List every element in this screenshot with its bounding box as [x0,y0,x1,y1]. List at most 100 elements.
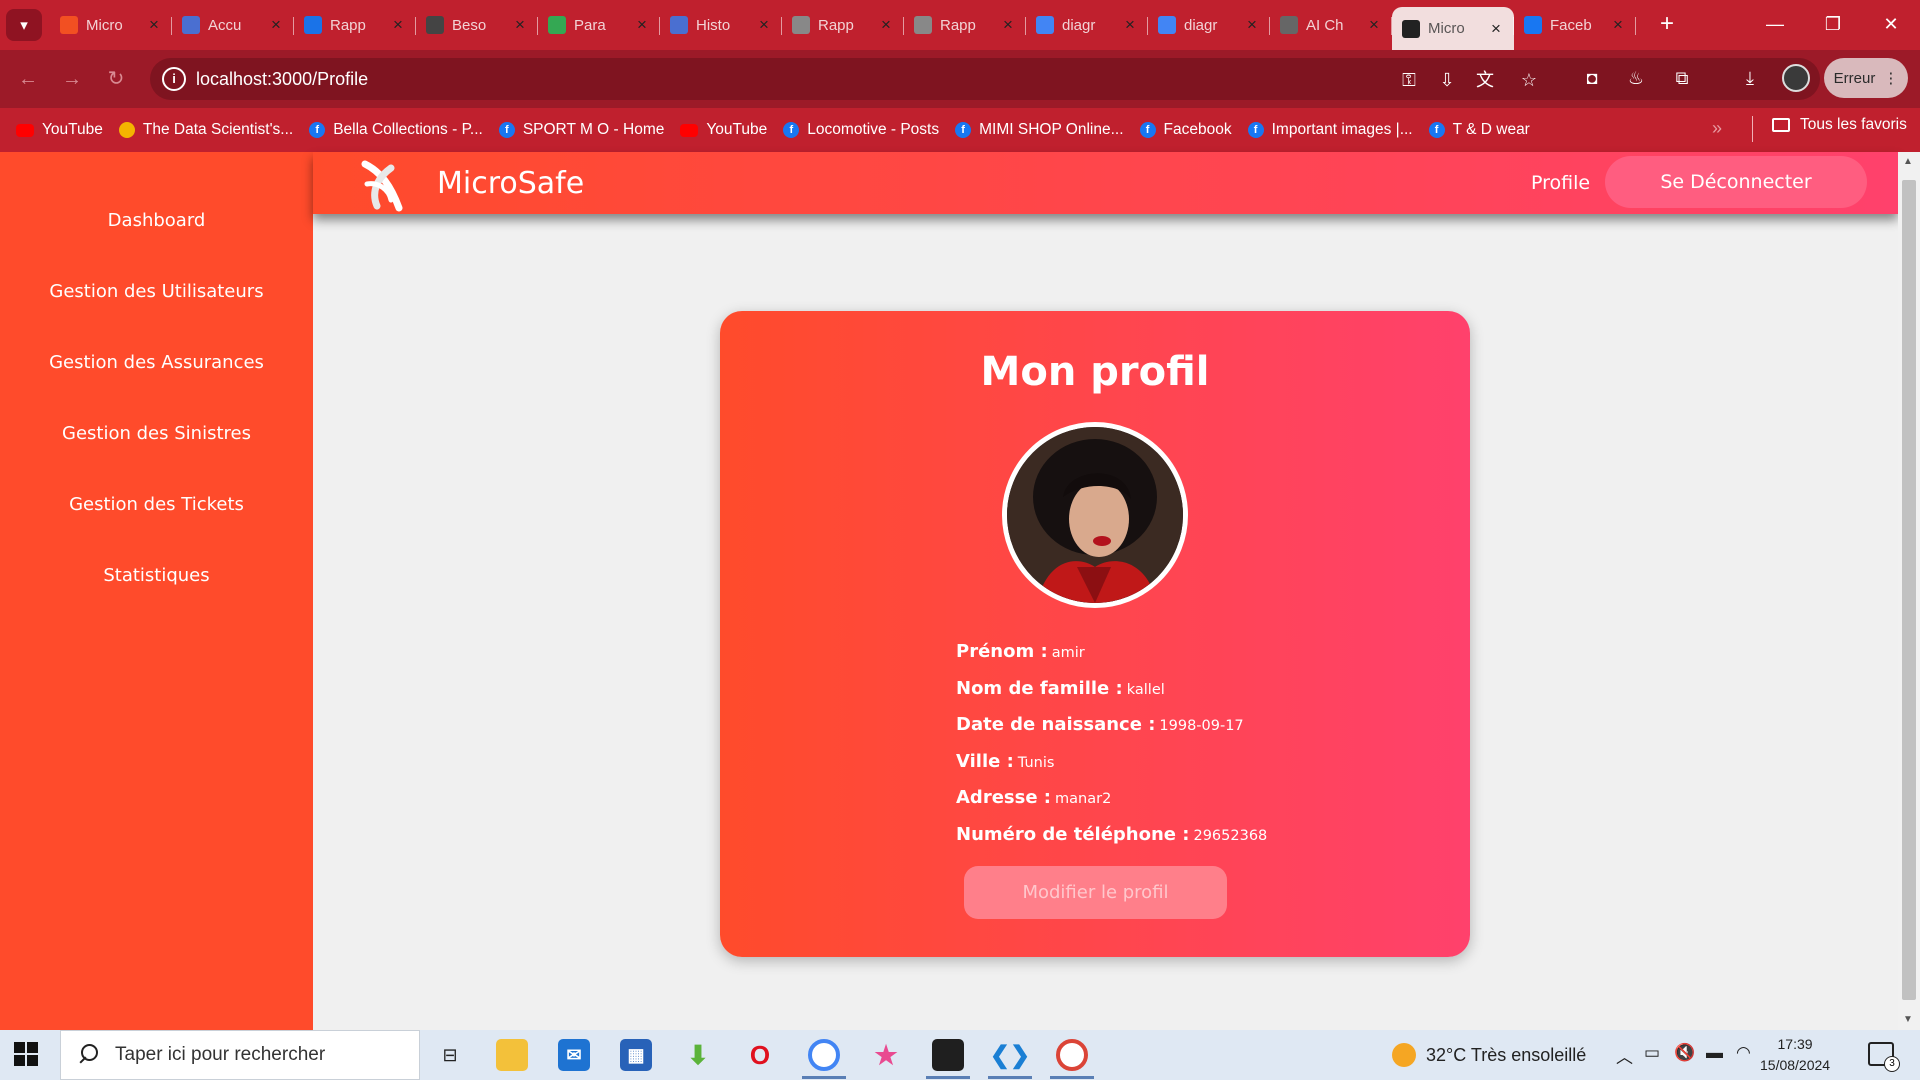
bookmark-item[interactable]: f SPORT M O - Home [498,121,664,139]
browser-tab[interactable]: Rapp × [782,7,904,43]
sidebar-item[interactable]: Dashboard [0,210,313,231]
profile-error-button[interactable]: Erreur ⋮ [1824,58,1908,98]
brand-name[interactable]: MicroSafe [437,166,584,201]
close-tab-icon[interactable]: × [1488,19,1504,39]
fire-extension-icon[interactable]: ♨ [1622,64,1650,92]
close-tab-icon[interactable]: × [1244,15,1260,35]
facebook-icon: f [1428,122,1445,138]
wifi-icon[interactable]: ◠ [1736,1043,1751,1063]
browser-tab[interactable]: Micro × [50,7,172,43]
forward-button[interactable]: → [58,65,86,93]
browser-tab[interactable]: AI Ch × [1270,7,1392,43]
url-text[interactable]: localhost:3000/Profile [196,69,368,90]
vscode-icon[interactable]: ❮❯ [990,1039,1030,1071]
tab-title: Micro [86,16,123,34]
page-scrollbar[interactable]: ▲ ▼ [1898,152,1920,1030]
profile-avatar-icon[interactable] [1782,64,1810,92]
close-tab-icon[interactable]: × [756,15,772,35]
terminal-icon[interactable] [932,1039,964,1071]
bookmark-star-icon[interactable]: ☆ [1516,67,1542,93]
chrome-icon[interactable] [808,1039,840,1071]
browser-tab[interactable]: Rapp × [294,7,416,43]
close-tab-icon[interactable]: × [1610,15,1626,35]
browser-tab[interactable]: Faceb × [1514,7,1636,43]
sidebar-item[interactable]: Gestion des Utilisateurs [0,281,313,302]
edit-profile-button[interactable]: Modifier le profil [964,866,1227,919]
store-icon[interactable]: ▦ [620,1039,652,1071]
key-icon[interactable]: ⚿ [1396,67,1422,93]
logout-button[interactable]: Se Déconnecter [1605,156,1867,208]
browser-tab[interactable]: Histo × [660,7,782,43]
close-tab-icon[interactable]: × [1000,15,1016,35]
omnibox[interactable]: i localhost:3000/Profile ⚿ ⇩ 文 ☆ [150,58,1820,100]
downloads-icon[interactable]: ⤓ [1736,64,1764,92]
browser-tab[interactable]: Rapp × [904,7,1026,43]
browser-tab[interactable]: Para × [538,7,660,43]
pocket-icon[interactable]: ◘ [1578,64,1606,92]
close-tab-icon[interactable]: × [390,15,406,35]
kebab-menu-icon[interactable]: ⋮ [1883,69,1898,87]
bookmark-item[interactable]: f MIMI SHOP Online... [955,121,1124,139]
browser-tab[interactable]: diagr × [1148,7,1270,43]
browser-tab[interactable]: Beso × [416,7,538,43]
clock[interactable]: 17:39 15/08/2024 [1760,1034,1830,1076]
taskbar-search-box[interactable]: Taper ici pour rechercher [60,1030,420,1080]
site-info-icon[interactable]: i [162,67,186,91]
bookmarks-overflow-icon[interactable]: » [1712,118,1722,139]
notifications-icon[interactable]: 3 [1868,1042,1900,1072]
vscode-active-indicator [988,1076,1032,1079]
bookmark-item[interactable]: f Facebook [1139,121,1232,139]
nav-profile-link[interactable]: Profile [1531,172,1590,194]
bookmark-item[interactable]: f Bella Collections - P... [309,121,483,139]
translate-icon[interactable]: 文 [1472,67,1498,93]
browser-tab[interactable]: Micro × [1392,7,1514,50]
display-icon[interactable]: ▭ [1644,1043,1660,1063]
weather-widget[interactable]: 32°C Très ensoleillé [1392,1043,1586,1067]
close-tab-icon[interactable]: × [268,15,284,35]
scroll-down-icon[interactable]: ▼ [1903,1014,1913,1025]
volume-muted-icon[interactable]: 🔇 [1674,1043,1695,1063]
all-bookmarks-button[interactable]: Tous les favoris [1772,116,1907,134]
close-tab-icon[interactable]: × [878,15,894,35]
tab-search-button[interactable]: ▾ [6,9,42,41]
bookmark-item[interactable]: YouTube [680,121,767,139]
browser-tab[interactable]: Accu × [172,7,294,43]
back-button[interactable]: ← [14,65,42,93]
new-tab-button[interactable]: + [1652,10,1682,40]
file-explorer-icon[interactable] [496,1039,528,1071]
download-manager-icon[interactable]: ⬇ [682,1039,714,1071]
star-app-icon[interactable]: ★ [870,1039,902,1071]
close-tab-icon[interactable]: × [146,15,162,35]
close-tab-icon[interactable]: × [1122,15,1138,35]
mail-icon[interactable]: ✉ [558,1039,590,1071]
close-tab-icon[interactable]: × [512,15,528,35]
close-window-button[interactable]: ✕ [1862,0,1920,50]
sidebar-item[interactable]: Gestion des Tickets [0,494,313,515]
scroll-up-icon[interactable]: ▲ [1903,156,1913,167]
microsafe-logo-icon [361,160,403,212]
chrome-profile-icon[interactable] [1056,1039,1088,1071]
scrollbar-thumb[interactable] [1902,180,1916,1000]
opera-icon[interactable]: O [744,1039,776,1071]
bookmark-item[interactable]: The Data Scientist's... [118,121,293,139]
task-view-icon[interactable]: ⊟ [434,1039,466,1071]
sidebar-item[interactable]: Gestion des Assurances [0,352,313,373]
extensions-icon[interactable]: ⧉ [1668,64,1696,92]
bookmark-item[interactable]: f Locomotive - Posts [783,121,939,139]
browser-tab[interactable]: diagr × [1026,7,1148,43]
bookmark-item[interactable]: YouTube [16,121,103,139]
install-icon[interactable]: ⇩ [1434,67,1460,93]
sidebar-item[interactable]: Statistiques [0,565,313,586]
close-tab-icon[interactable]: × [1366,15,1382,35]
bookmark-item[interactable]: f T & D wear [1428,121,1530,139]
minimize-button[interactable]: — [1746,0,1804,50]
close-tab-icon[interactable]: × [634,15,650,35]
windows-start-icon[interactable] [14,1042,38,1066]
restore-button[interactable]: ❐ [1804,0,1862,50]
battery-icon[interactable]: ▬ [1706,1043,1723,1063]
reload-button[interactable]: ↻ [102,65,130,93]
sidebar-item[interactable]: Gestion des Sinistres [0,423,313,444]
profile-field-row: Prénom : amir [956,641,1267,678]
tray-chevron-icon[interactable]: ︿ [1616,1043,1633,1068]
bookmark-item[interactable]: f Important images |... [1247,121,1413,139]
